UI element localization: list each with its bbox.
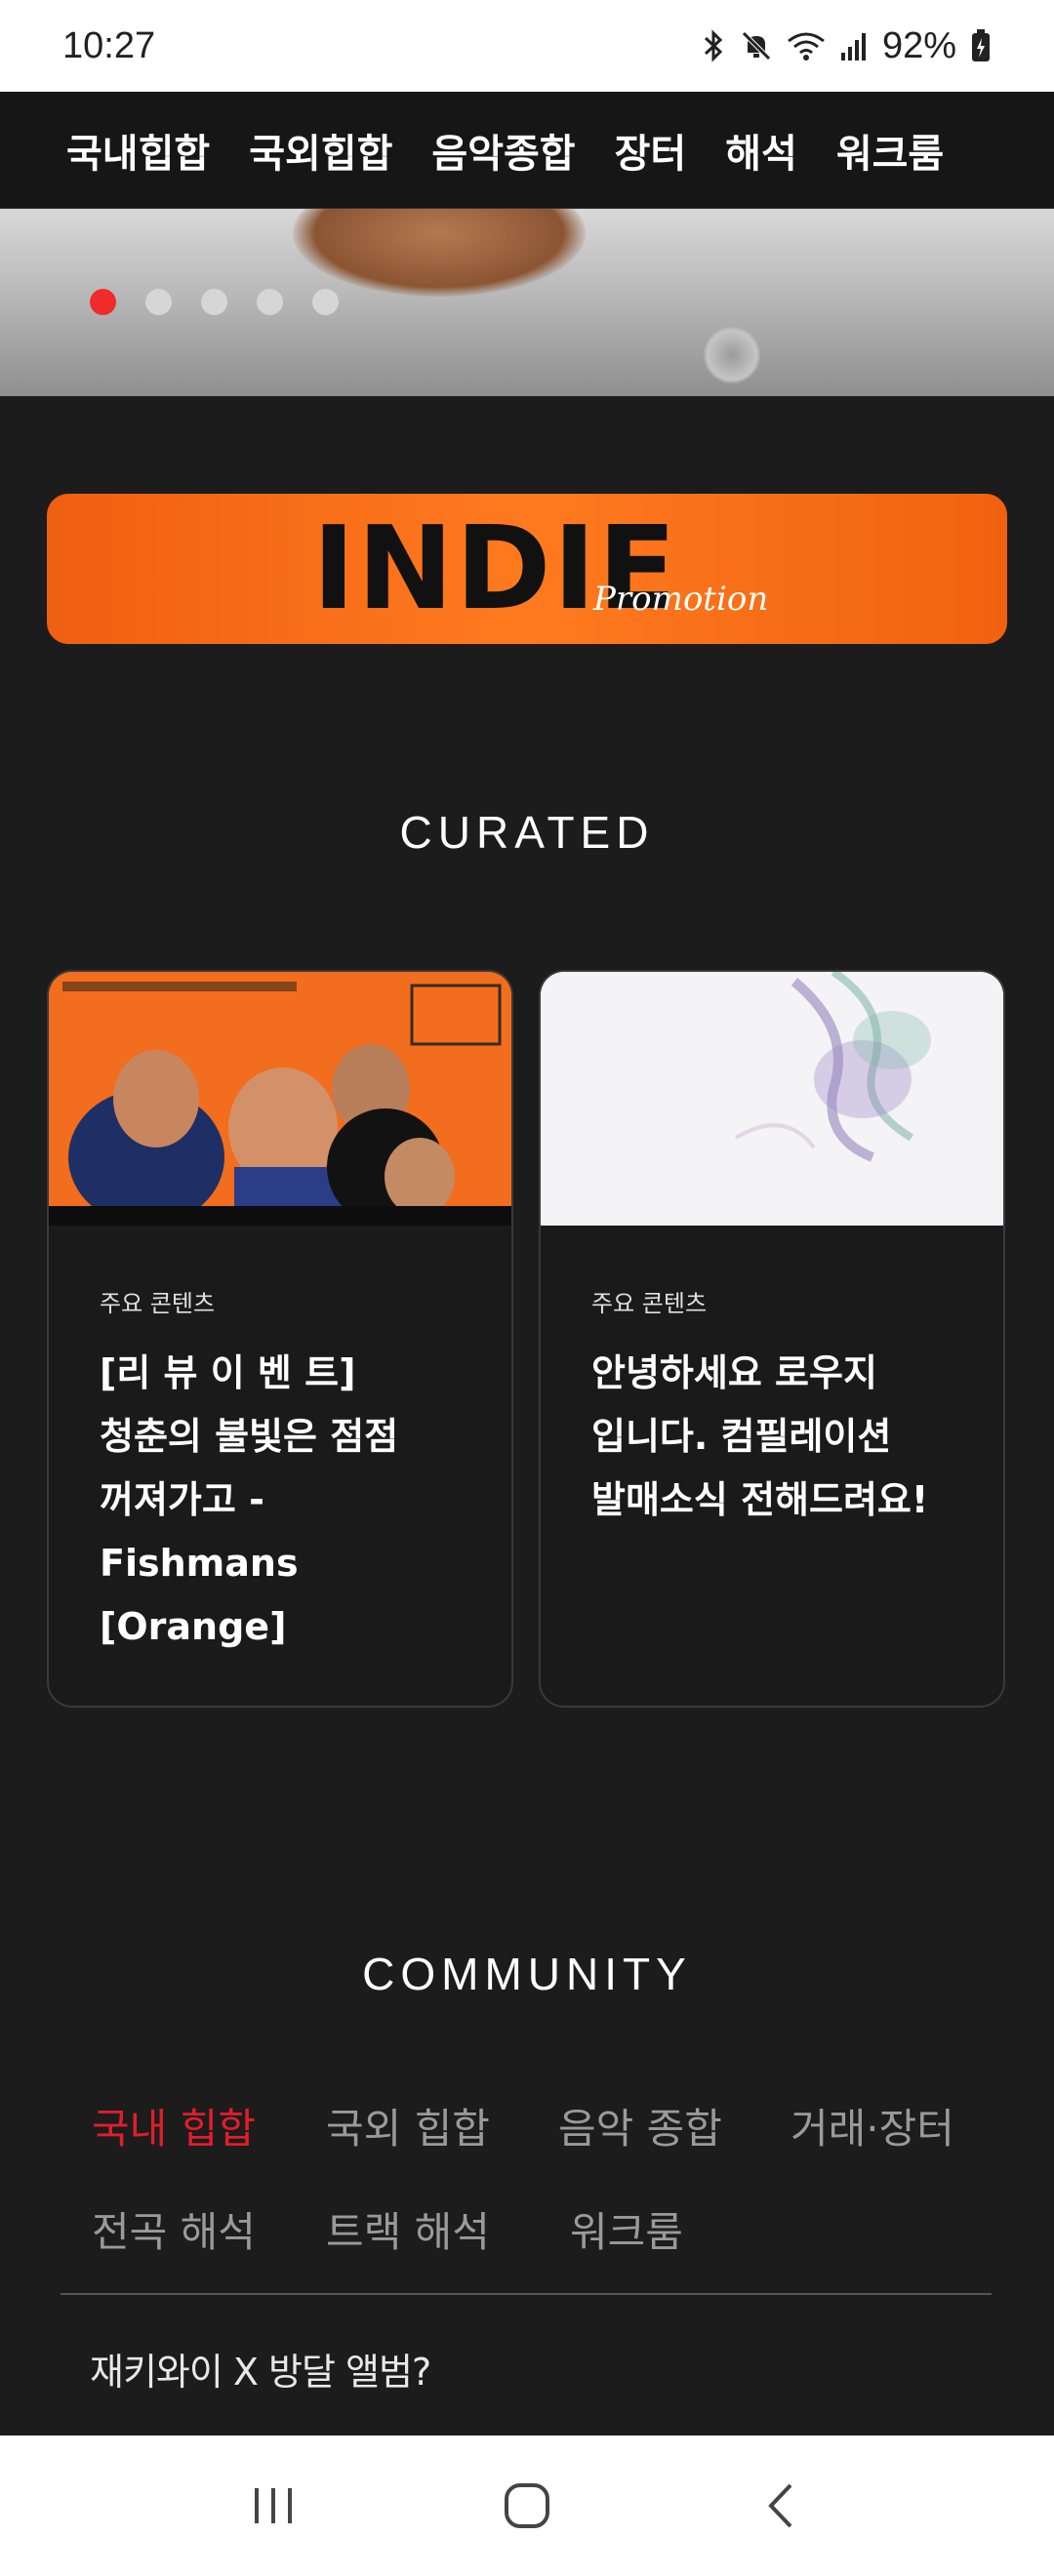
card-title: [리 뷰 이 벤 트] 청춘의 불빛은 점점 꺼져가고 - Fishmans [… (100, 1351, 399, 1648)
card-image (541, 972, 1003, 1226)
nav-item-translation[interactable]: 해석 (725, 122, 797, 179)
nav-item-market[interactable]: 장터 (615, 122, 687, 179)
slide-dot-2[interactable] (145, 289, 172, 315)
hero-image-detail (703, 326, 761, 384)
nav-item-workroom[interactable]: 워크룸 (836, 122, 944, 179)
signal-icon (839, 29, 869, 62)
curated-card-1[interactable]: 주요 콘텐츠 [리 뷰 이 벤 트] 청춘의 불빛은 점점 꺼져가고 - Fis… (47, 970, 513, 1708)
curated-card-2[interactable]: 주요 콘텐츠 안녕하세요 로우지 입니다. 컴필레이션 발매소식 전해드려요! (539, 970, 1005, 1708)
card-label: 주요 콘텐츠 (591, 1290, 708, 1317)
battery-charging-icon (970, 28, 992, 63)
bluetooth-icon (701, 29, 726, 62)
slide-dot-3[interactable] (201, 289, 227, 315)
nav-item-domestic-hiphop[interactable]: 국내힙합 (66, 122, 210, 179)
nav-item-music-general[interactable]: 음악종합 (431, 122, 575, 179)
status-icons: 92% (701, 25, 992, 67)
recent-apps-icon[interactable] (229, 2462, 317, 2550)
card-label: 주요 콘텐츠 (100, 1290, 216, 1317)
tab-domestic-hiphop[interactable]: 국내 힙합 (92, 2096, 256, 2155)
status-time: 10:27 (62, 24, 156, 66)
tab-music-general[interactable]: 음악 종합 (558, 2096, 722, 2155)
curated-title: CURATED (399, 807, 655, 858)
community-title: COMMUNITY (362, 1949, 692, 1999)
tab-workroom[interactable]: 워크룸 (570, 2199, 683, 2259)
indie-promotion-banner[interactable]: INDIE Promotion (47, 494, 1007, 644)
tab-foreign-hiphop[interactable]: 국외 힙합 (326, 2096, 490, 2155)
tab-full-translation[interactable]: 전곡 해석 (92, 2199, 256, 2259)
home-icon[interactable] (483, 2462, 571, 2550)
back-icon[interactable] (737, 2462, 825, 2550)
nav-item-foreign-hiphop[interactable]: 국외힙합 (249, 122, 392, 179)
battery-percent: 92% (881, 24, 956, 66)
slide-dot-4[interactable] (257, 289, 283, 315)
status-bar: 10:27 92% (0, 0, 1054, 92)
hero-slider[interactable] (0, 209, 1054, 396)
top-nav: 국내힙합 국외힙합 음악종합 장터 해석 워크룸 (0, 92, 1054, 209)
hero-title-clipped (88, 209, 732, 238)
tab-trade-market[interactable]: 거래·장터 (790, 2096, 954, 2155)
community-post-item[interactable]: 재키와이 X 방달 앨범? (90, 2342, 431, 2395)
slide-dot-5[interactable] (312, 289, 339, 315)
community-divider (61, 2293, 992, 2295)
banner-subtitle: Promotion (593, 580, 769, 619)
slide-dot-1[interactable] (90, 289, 116, 315)
wifi-icon (787, 29, 826, 62)
tab-track-translation[interactable]: 트랙 해석 (326, 2199, 490, 2259)
system-nav-bar (0, 2435, 1054, 2576)
slide-indicators (90, 289, 339, 315)
card-title: 안녕하세요 로우지 입니다. 컴필레이션 발매소식 전해드려요! (591, 1351, 929, 1521)
card-image (49, 972, 511, 1226)
mute-icon (740, 29, 773, 62)
